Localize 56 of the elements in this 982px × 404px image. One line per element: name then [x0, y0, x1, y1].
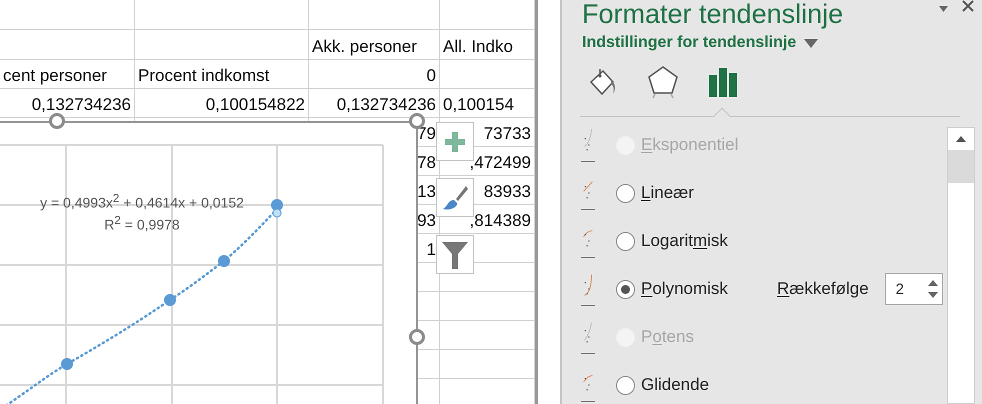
table-cell: 83933 — [484, 182, 531, 202]
section-dropdown[interactable]: Indstillinger for tendenslinje — [582, 34, 818, 52]
paintbrush-icon — [442, 184, 468, 210]
resize-handle[interactable] — [49, 113, 65, 129]
radio-button[interactable] — [616, 280, 635, 298]
table-cell: 13 — [417, 182, 436, 202]
radio-button[interactable] — [616, 184, 635, 202]
table-cell: cent personer — [3, 66, 107, 86]
radio-button[interactable] — [616, 232, 635, 250]
table-cell: Procent indkomst — [138, 66, 270, 86]
option-label: Potens — [641, 327, 695, 347]
pane-tab[interactable] — [646, 64, 680, 100]
pane-title: Formater tendenslinje — [582, 0, 844, 28]
option-label: Lineær — [641, 183, 695, 203]
data-point — [61, 358, 73, 370]
pentagon-icon — [647, 65, 679, 99]
option-label: Glidende — [641, 375, 710, 395]
table-cell: 0 — [426, 66, 436, 86]
table-cell: 0,100154822 — [206, 95, 305, 115]
scrollbar[interactable] — [947, 127, 975, 404]
order-label: Rækkefølge — [777, 279, 869, 299]
option-label: Logaritmisk — [641, 231, 729, 251]
close-icon — [962, 0, 974, 12]
trendline-point — [272, 208, 282, 218]
plus-icon — [445, 132, 465, 152]
table-cell: 0,100154 — [443, 95, 514, 115]
table-cell: 79 — [417, 124, 436, 144]
resize-handle[interactable] — [409, 113, 425, 129]
bar-chart-icon — [707, 66, 739, 98]
funnel-icon — [441, 240, 469, 270]
table-cell: Akk. personer — [312, 37, 417, 57]
table-cell: 0,132734236 — [336, 95, 436, 115]
up-arrow-icon — [928, 280, 938, 286]
resize-handle[interactable] — [409, 329, 425, 345]
table-cell: 0,132734236 — [32, 95, 131, 115]
table-cell: 1 — [426, 240, 436, 260]
order-spinner[interactable]: 2 — [884, 273, 943, 305]
table-cell: 93 — [417, 211, 436, 231]
down-arrow-icon — [928, 292, 938, 298]
table-cell: 78 — [417, 153, 436, 173]
data-point — [164, 294, 176, 306]
data-point — [218, 255, 230, 267]
caret-icon — [939, 6, 948, 12]
caret-icon — [804, 38, 818, 48]
scroll-thumb[interactable] — [948, 151, 974, 183]
option-label: Polynomisk — [641, 279, 729, 299]
table-cell: 73733 — [484, 124, 531, 144]
trendline-equation: y = 0,4993x$^{2}$ + 0,4614x + 0,0152 — [39, 192, 245, 211]
radio-button[interactable] — [616, 376, 635, 394]
table-cell: All. Indko — [443, 37, 513, 57]
chart-filters-button[interactable] — [436, 235, 474, 274]
table-cell: ,472499 — [470, 153, 531, 173]
table-cell: ,814389 — [470, 211, 531, 231]
up-arrow-icon — [956, 136, 966, 142]
option-label: Eksponentiel — [641, 135, 740, 155]
r-squared-value: R$^{2}$ = 0,9978 — [103, 214, 181, 233]
